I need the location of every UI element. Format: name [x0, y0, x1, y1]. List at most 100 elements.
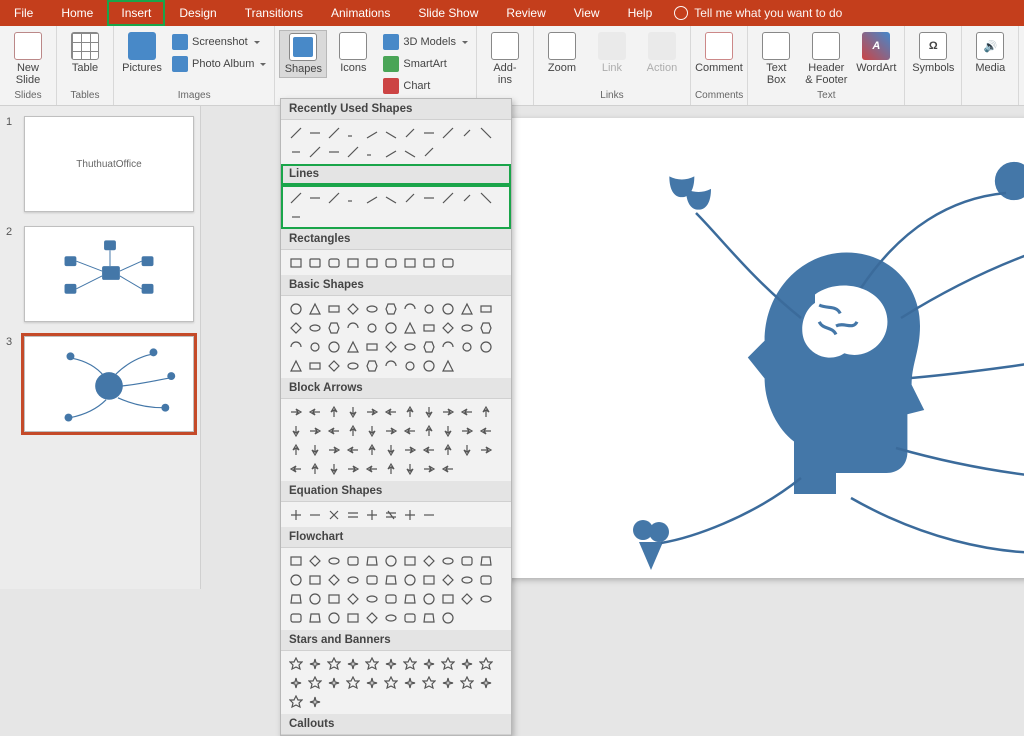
shape-item[interactable] [420, 552, 437, 569]
shape-item[interactable] [458, 319, 475, 336]
shape-item[interactable] [420, 655, 437, 672]
shape-item[interactable] [344, 189, 361, 206]
shape-item[interactable] [306, 422, 323, 439]
shape-item[interactable] [306, 143, 323, 160]
shape-item[interactable] [325, 319, 342, 336]
shape-item[interactable] [458, 403, 475, 420]
tab-review[interactable]: Review [492, 0, 559, 26]
shape-item[interactable] [344, 655, 361, 672]
shape-item[interactable] [439, 571, 456, 588]
shape-item[interactable] [439, 422, 456, 439]
shape-item[interactable] [325, 422, 342, 439]
shape-item[interactable] [287, 460, 304, 477]
tab-design[interactable]: Design [165, 0, 230, 26]
shape-item[interactable] [439, 124, 456, 141]
shape-item[interactable] [325, 254, 342, 271]
screenshot-button[interactable]: Screenshot [168, 32, 270, 52]
shape-item[interactable] [306, 693, 323, 710]
link-button[interactable]: Link [588, 30, 636, 76]
shape-item[interactable] [344, 254, 361, 271]
shape-item[interactable] [439, 609, 456, 626]
shapes-dropdown[interactable]: Recently Used ShapesLinesRectanglesBasic… [280, 98, 512, 736]
shape-item[interactable] [363, 590, 380, 607]
shape-item[interactable] [287, 590, 304, 607]
shape-item[interactable] [477, 674, 494, 691]
shape-item[interactable] [363, 674, 380, 691]
shape-item[interactable] [477, 655, 494, 672]
shape-item[interactable] [363, 460, 380, 477]
shape-item[interactable] [401, 357, 418, 374]
header-footer-button[interactable]: Header & Footer [802, 30, 850, 88]
shape-item[interactable] [477, 124, 494, 141]
shape-item[interactable] [325, 143, 342, 160]
shape-item[interactable] [401, 441, 418, 458]
shape-item[interactable] [287, 441, 304, 458]
shape-item[interactable] [420, 300, 437, 317]
shape-item[interactable] [458, 124, 475, 141]
shape-item[interactable] [439, 357, 456, 374]
tab-file[interactable]: File [0, 0, 47, 26]
shape-item[interactable] [458, 655, 475, 672]
shape-item[interactable] [287, 208, 304, 225]
comment-button[interactable]: Comment [695, 30, 743, 76]
shape-item[interactable] [306, 124, 323, 141]
chart-button[interactable]: Chart [379, 76, 472, 96]
new-slide-button[interactable]: New Slide [4, 30, 52, 88]
shape-item[interactable] [382, 552, 399, 569]
shape-item[interactable] [477, 422, 494, 439]
shape-item[interactable] [306, 300, 323, 317]
shapes-button[interactable]: Shapes [279, 30, 327, 78]
shape-item[interactable] [382, 674, 399, 691]
shape-item[interactable] [363, 143, 380, 160]
tab-insert[interactable]: Insert [107, 0, 165, 26]
shape-item[interactable] [363, 124, 380, 141]
tell-me-search[interactable]: Tell me what you want to do [674, 0, 842, 26]
shape-item[interactable] [477, 441, 494, 458]
shape-item[interactable] [287, 571, 304, 588]
shape-item[interactable] [458, 300, 475, 317]
shape-item[interactable] [382, 319, 399, 336]
shape-item[interactable] [363, 338, 380, 355]
photo-album-button[interactable]: Photo Album [168, 54, 270, 74]
shape-item[interactable] [287, 357, 304, 374]
shape-item[interactable] [401, 552, 418, 569]
shape-item[interactable] [382, 357, 399, 374]
shape-item[interactable] [344, 506, 361, 523]
shape-item[interactable] [344, 609, 361, 626]
shape-item[interactable] [287, 319, 304, 336]
shape-item[interactable] [420, 571, 437, 588]
shape-item[interactable] [420, 403, 437, 420]
shape-item[interactable] [287, 143, 304, 160]
shape-item[interactable] [363, 506, 380, 523]
media-button[interactable]: 🔊Media [966, 30, 1014, 76]
shape-item[interactable] [420, 254, 437, 271]
slide-thumbnail[interactable]: ThuthuatOffice [24, 116, 194, 212]
shape-item[interactable] [325, 357, 342, 374]
shape-item[interactable] [477, 571, 494, 588]
shape-item[interactable] [382, 506, 399, 523]
shape-item[interactable] [382, 124, 399, 141]
shape-item[interactable] [287, 552, 304, 569]
shape-item[interactable] [401, 143, 418, 160]
shape-item[interactable] [420, 506, 437, 523]
shape-item[interactable] [306, 357, 323, 374]
shape-item[interactable] [401, 124, 418, 141]
shape-item[interactable] [420, 319, 437, 336]
tab-help[interactable]: Help [614, 0, 667, 26]
smartart-button[interactable]: SmartArt [379, 54, 472, 74]
shape-item[interactable] [477, 552, 494, 569]
shape-item[interactable] [439, 403, 456, 420]
shape-item[interactable] [477, 300, 494, 317]
shape-item[interactable] [344, 300, 361, 317]
shape-item[interactable] [306, 338, 323, 355]
shape-item[interactable] [363, 254, 380, 271]
shape-item[interactable] [477, 189, 494, 206]
shape-item[interactable] [363, 552, 380, 569]
shape-item[interactable] [458, 189, 475, 206]
shape-item[interactable] [382, 460, 399, 477]
table-button[interactable]: Table [61, 30, 109, 76]
shape-item[interactable] [287, 403, 304, 420]
slide-thumbnail[interactable] [24, 226, 194, 322]
shape-item[interactable] [420, 189, 437, 206]
shape-item[interactable] [287, 124, 304, 141]
